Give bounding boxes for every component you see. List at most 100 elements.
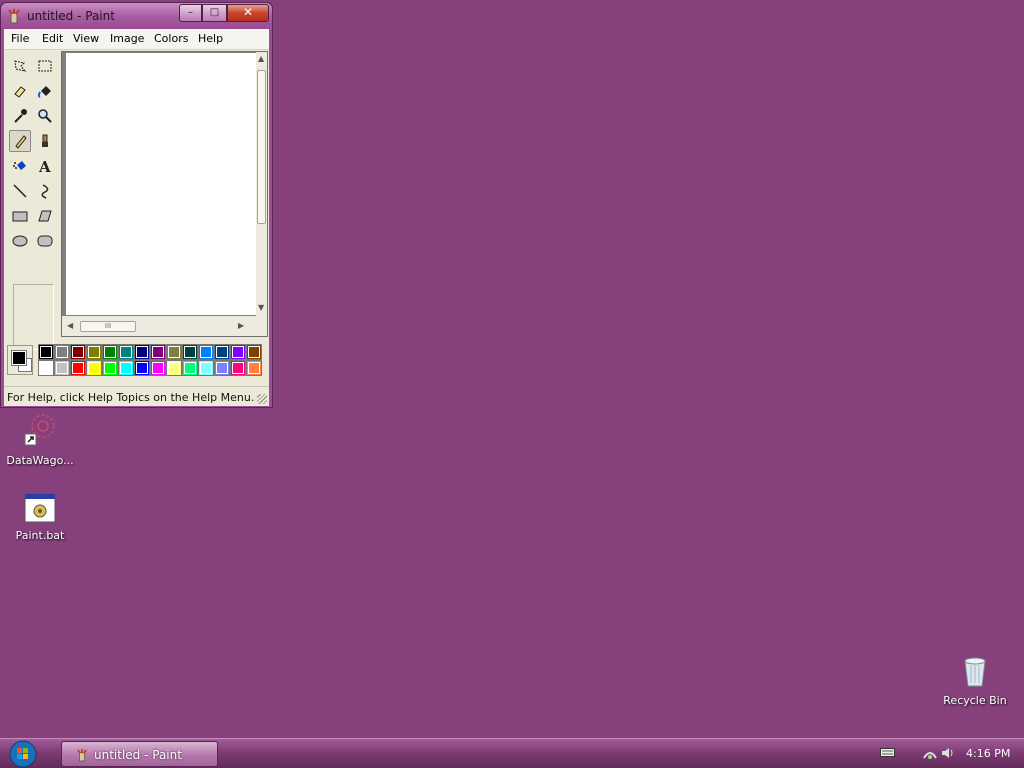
resize-grip-icon[interactable]: [257, 394, 267, 404]
ellipse-icon: [12, 235, 28, 247]
color-palette: [5, 342, 267, 378]
datawagon-shortcut-icon: [24, 414, 55, 446]
text-tool[interactable]: A: [34, 155, 56, 177]
color-swatch[interactable]: [150, 360, 166, 376]
canvas-area: ▲ ▼ ◀ III ▶: [61, 51, 268, 337]
maximize-button[interactable]: □: [202, 4, 227, 22]
eyedropper-icon: [14, 109, 27, 123]
foreground-color-swatch[interactable]: [11, 350, 27, 366]
taskbar-button-label: untitled - Paint: [94, 748, 182, 762]
paint-app-icon: [8, 9, 20, 24]
eraser-tool[interactable]: [9, 80, 31, 102]
color-swatch[interactable]: [102, 360, 118, 376]
curve-tool[interactable]: [34, 180, 56, 202]
horizontal-scroll-thumb[interactable]: III: [80, 321, 136, 332]
batch-file-icon: [24, 493, 56, 523]
color-swatch[interactable]: [118, 360, 134, 376]
color-swatch[interactable]: [118, 344, 134, 360]
clock[interactable]: 4:16 PM: [966, 747, 1010, 760]
menu-view[interactable]: View: [73, 32, 99, 45]
vertical-scroll-thumb[interactable]: [257, 70, 266, 224]
menu-bar: File Edit View Image Colors Help: [4, 29, 269, 50]
color-swatch[interactable]: [182, 360, 198, 376]
color-swatch[interactable]: [198, 360, 214, 376]
start-button-icon[interactable]: [8, 740, 38, 768]
brush-icon: [42, 134, 48, 147]
color-swatch[interactable]: [86, 344, 102, 360]
color-swatch[interactable]: [54, 360, 70, 376]
airbrush-tool[interactable]: [9, 155, 31, 177]
fill-tool[interactable]: [34, 80, 56, 102]
text-icon: A: [38, 158, 51, 174]
pencil-tool[interactable]: [9, 130, 31, 152]
pick-color-tool[interactable]: [9, 105, 31, 127]
color-swatch[interactable]: [182, 344, 198, 360]
color-swatch[interactable]: [54, 344, 70, 360]
brush-tool[interactable]: [34, 130, 56, 152]
eraser-icon: [14, 86, 26, 98]
desktop-icon-datawagon[interactable]: DataWago...: [0, 412, 80, 467]
scroll-right-icon[interactable]: ▶: [238, 321, 244, 330]
desktop-icon-label: Recycle Bin: [943, 694, 1007, 707]
free-form-select-tool[interactable]: [9, 55, 31, 77]
menu-edit[interactable]: Edit: [42, 32, 63, 45]
line-tool[interactable]: [9, 180, 31, 202]
menu-file[interactable]: File: [11, 32, 29, 45]
vertical-scrollbar[interactable]: ▲ ▼: [256, 52, 267, 316]
color-swatch[interactable]: [38, 344, 54, 360]
color-swatch[interactable]: [70, 360, 86, 376]
color-swatch[interactable]: [230, 360, 246, 376]
network-icon[interactable]: [922, 746, 938, 760]
desktop-icon-paint-bat[interactable]: Paint.bat: [0, 493, 80, 542]
window-title: untitled - Paint: [27, 9, 115, 23]
desktop-icon-recycle-bin[interactable]: Recycle Bin: [935, 656, 1015, 707]
color-swatch[interactable]: [214, 344, 230, 360]
curve-icon: [41, 184, 49, 199]
color-swatch[interactable]: [246, 344, 262, 360]
color-swatch[interactable]: [246, 360, 262, 376]
line-icon: [13, 184, 27, 198]
rectangle-tool[interactable]: [9, 205, 31, 227]
ellipse-tool[interactable]: [9, 230, 31, 252]
pencil-icon: [15, 135, 27, 149]
menu-help[interactable]: Help: [198, 32, 223, 45]
current-colors[interactable]: [7, 345, 33, 375]
color-swatch[interactable]: [134, 344, 150, 360]
menu-image[interactable]: Image: [110, 32, 144, 45]
title-bar[interactable]: untitled - Paint – □ ✕: [1, 3, 272, 29]
tool-options-box[interactable]: [13, 284, 54, 350]
horizontal-scrollbar[interactable]: ◀ III ▶: [62, 316, 267, 336]
color-swatch[interactable]: [166, 360, 182, 376]
desktop-icon-label: DataWago...: [6, 454, 74, 467]
rectangle-icon: [12, 211, 28, 222]
keyboard-icon[interactable]: [880, 746, 895, 758]
scroll-up-icon[interactable]: ▲: [258, 54, 264, 63]
menu-colors[interactable]: Colors: [154, 32, 188, 45]
recycle-bin-icon: [964, 657, 986, 687]
select-tool[interactable]: [34, 55, 56, 77]
color-swatch[interactable]: [166, 344, 182, 360]
color-swatch[interactable]: [86, 360, 102, 376]
color-swatch[interactable]: [70, 344, 86, 360]
paint-app-icon: [77, 749, 87, 762]
color-swatch[interactable]: [214, 360, 230, 376]
palette-swatches: [38, 344, 262, 376]
volume-icon[interactable]: [940, 746, 954, 760]
color-swatch[interactable]: [230, 344, 246, 360]
airbrush-icon: [13, 161, 26, 170]
color-swatch[interactable]: [38, 360, 54, 376]
color-swatch[interactable]: [102, 344, 118, 360]
taskbar-button-paint[interactable]: untitled - Paint: [61, 741, 218, 767]
rounded-rectangle-tool[interactable]: [34, 230, 56, 252]
color-swatch[interactable]: [134, 360, 150, 376]
color-swatch[interactable]: [198, 344, 214, 360]
scroll-down-icon[interactable]: ▼: [258, 303, 264, 312]
color-swatch[interactable]: [150, 344, 166, 360]
magnifier-tool[interactable]: [34, 105, 56, 127]
close-button[interactable]: ✕: [227, 4, 269, 22]
drawing-canvas[interactable]: [66, 53, 256, 315]
polygon-tool[interactable]: [34, 205, 56, 227]
minimize-button[interactable]: –: [179, 4, 202, 22]
polygon-icon: [38, 210, 52, 222]
scroll-left-icon[interactable]: ◀: [67, 321, 73, 330]
